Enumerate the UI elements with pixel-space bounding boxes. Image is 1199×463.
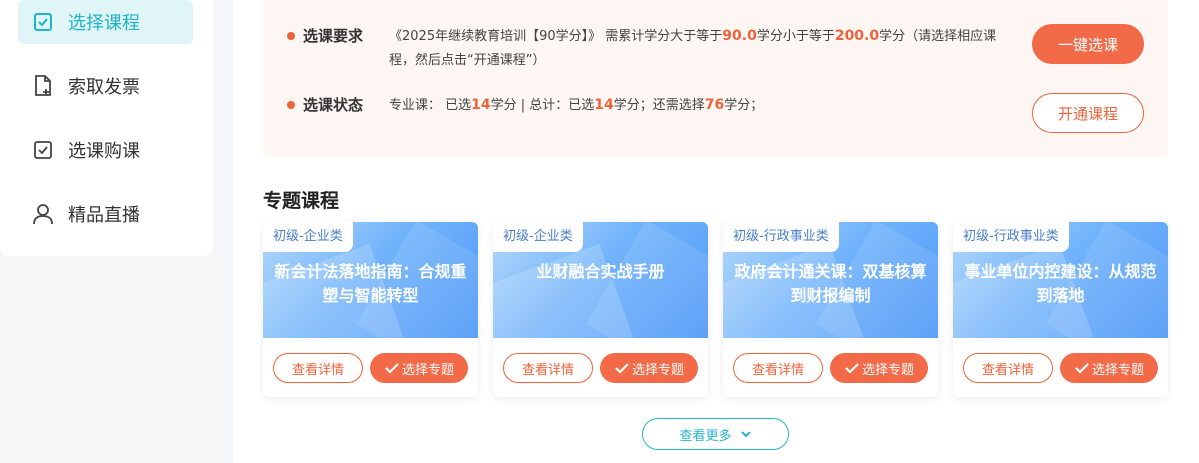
file-add-icon xyxy=(32,75,54,97)
course-card: 初级-行政事业类 事业单位内控建设：从规范到落地 查看详情 选择专题 xyxy=(953,222,1168,397)
sidebar-item-label: 选择课程 xyxy=(68,13,140,34)
requirement-text: 《2025年继续教育培训【90学分】》 需累计学分大于等于90.0学分小于等于2… xyxy=(389,28,997,68)
main-content: 选课要求 《2025年继续教育培训【90学分】》 需累计学分大于等于90.0学分… xyxy=(233,0,1199,463)
sidebar-item-label: 精品直播 xyxy=(68,205,140,226)
sidebar-item-label: 索取发票 xyxy=(68,77,140,98)
card-banner[interactable]: 初级-行政事业类 事业单位内控建设：从规范到落地 xyxy=(953,222,1168,338)
check-icon xyxy=(384,361,400,375)
card-tag: 初级-企业类 xyxy=(493,222,583,252)
pro-selected-credits: 14 xyxy=(471,97,491,113)
card-title: 业财融合实战手册 xyxy=(536,262,665,281)
status-title: 选课状态 xyxy=(303,96,364,114)
bullet-dot xyxy=(287,32,295,40)
card-title: 政府会计通关课：双基核算到财报编制 xyxy=(734,262,927,305)
card-banner[interactable]: 初级-行政事业类 政府会计通关课：双基核算到财报编制 xyxy=(723,222,938,338)
course-requirement-panel: 选课要求 《2025年继续教育培训【90学分】》 需累计学分大于等于90.0学分… xyxy=(263,0,1168,157)
view-more-button[interactable]: 查看更多 xyxy=(642,418,789,450)
checkbox-icon xyxy=(32,139,54,161)
select-topic-button[interactable]: 选择专题 xyxy=(600,353,698,383)
sidebar-item-live[interactable]: 精品直播 xyxy=(18,192,193,236)
card-title: 新会计法落地指南：合规重塑与智能转型 xyxy=(274,262,467,305)
sidebar-item-label: 选课购课 xyxy=(68,141,140,162)
section-title: 专题课程 xyxy=(263,190,340,212)
select-topic-button[interactable]: 选择专题 xyxy=(370,353,468,383)
course-card: 初级-企业类 业财融合实战手册 查看详情 选择专题 xyxy=(493,222,708,397)
chevron-down-icon xyxy=(740,430,752,438)
view-detail-button[interactable]: 查看详情 xyxy=(503,353,593,383)
min-credits: 90.0 xyxy=(722,28,757,44)
card-tag: 初级-行政事业类 xyxy=(953,222,1069,252)
requirement-title: 选课要求 xyxy=(303,27,364,45)
card-tag: 初级-行政事业类 xyxy=(723,222,839,252)
course-card: 初级-行政事业类 政府会计通关课：双基核算到财报编制 查看详情 选择专题 xyxy=(723,222,938,397)
status-text: 专业课： 已选14学分 | 总计：已选14学分；还需选择76学分； xyxy=(389,97,764,113)
check-icon xyxy=(1074,361,1090,375)
open-course-button[interactable]: 开通课程 xyxy=(1032,93,1144,133)
select-topic-button[interactable]: 选择专题 xyxy=(830,353,928,383)
checkbox-icon xyxy=(32,11,54,33)
remaining-credits: 76 xyxy=(704,97,725,113)
bullet-dot xyxy=(287,101,295,109)
status-row: 选课状态 专业课： 已选14学分 | 总计：已选14学分；还需选择76学分； xyxy=(287,93,1009,118)
max-credits: 200.0 xyxy=(834,28,880,44)
card-tag: 初级-企业类 xyxy=(263,222,353,252)
card-banner[interactable]: 初级-企业类 新会计法落地指南：合规重塑与智能转型 xyxy=(263,222,478,338)
user-icon xyxy=(32,203,54,225)
check-icon xyxy=(614,361,630,375)
one-click-select-button[interactable]: 一键选课 xyxy=(1032,24,1144,64)
course-card: 初级-企业类 新会计法落地指南：合规重塑与智能转型 查看详情 选择专题 xyxy=(263,222,478,397)
sidebar: 选择课程 索取发票 选课购课 精品直播 xyxy=(0,0,213,256)
view-detail-button[interactable]: 查看详情 xyxy=(963,353,1053,383)
sidebar-item-purchase[interactable]: 选课购课 xyxy=(18,128,193,172)
requirement-row: 选课要求 《2025年继续教育培训【90学分】》 需累计学分大于等于90.0学分… xyxy=(287,24,1009,73)
view-detail-button[interactable]: 查看详情 xyxy=(273,353,363,383)
total-selected-credits: 14 xyxy=(594,97,614,113)
view-detail-button[interactable]: 查看详情 xyxy=(733,353,823,383)
card-banner[interactable]: 初级-企业类 业财融合实战手册 xyxy=(493,222,708,338)
sidebar-item-invoice[interactable]: 索取发票 xyxy=(18,64,193,108)
card-title: 事业单位内控建设：从规范到落地 xyxy=(964,262,1157,305)
select-topic-button[interactable]: 选择专题 xyxy=(1060,353,1158,383)
check-icon xyxy=(844,361,860,375)
sidebar-item-select-course[interactable]: 选择课程 xyxy=(18,0,193,44)
